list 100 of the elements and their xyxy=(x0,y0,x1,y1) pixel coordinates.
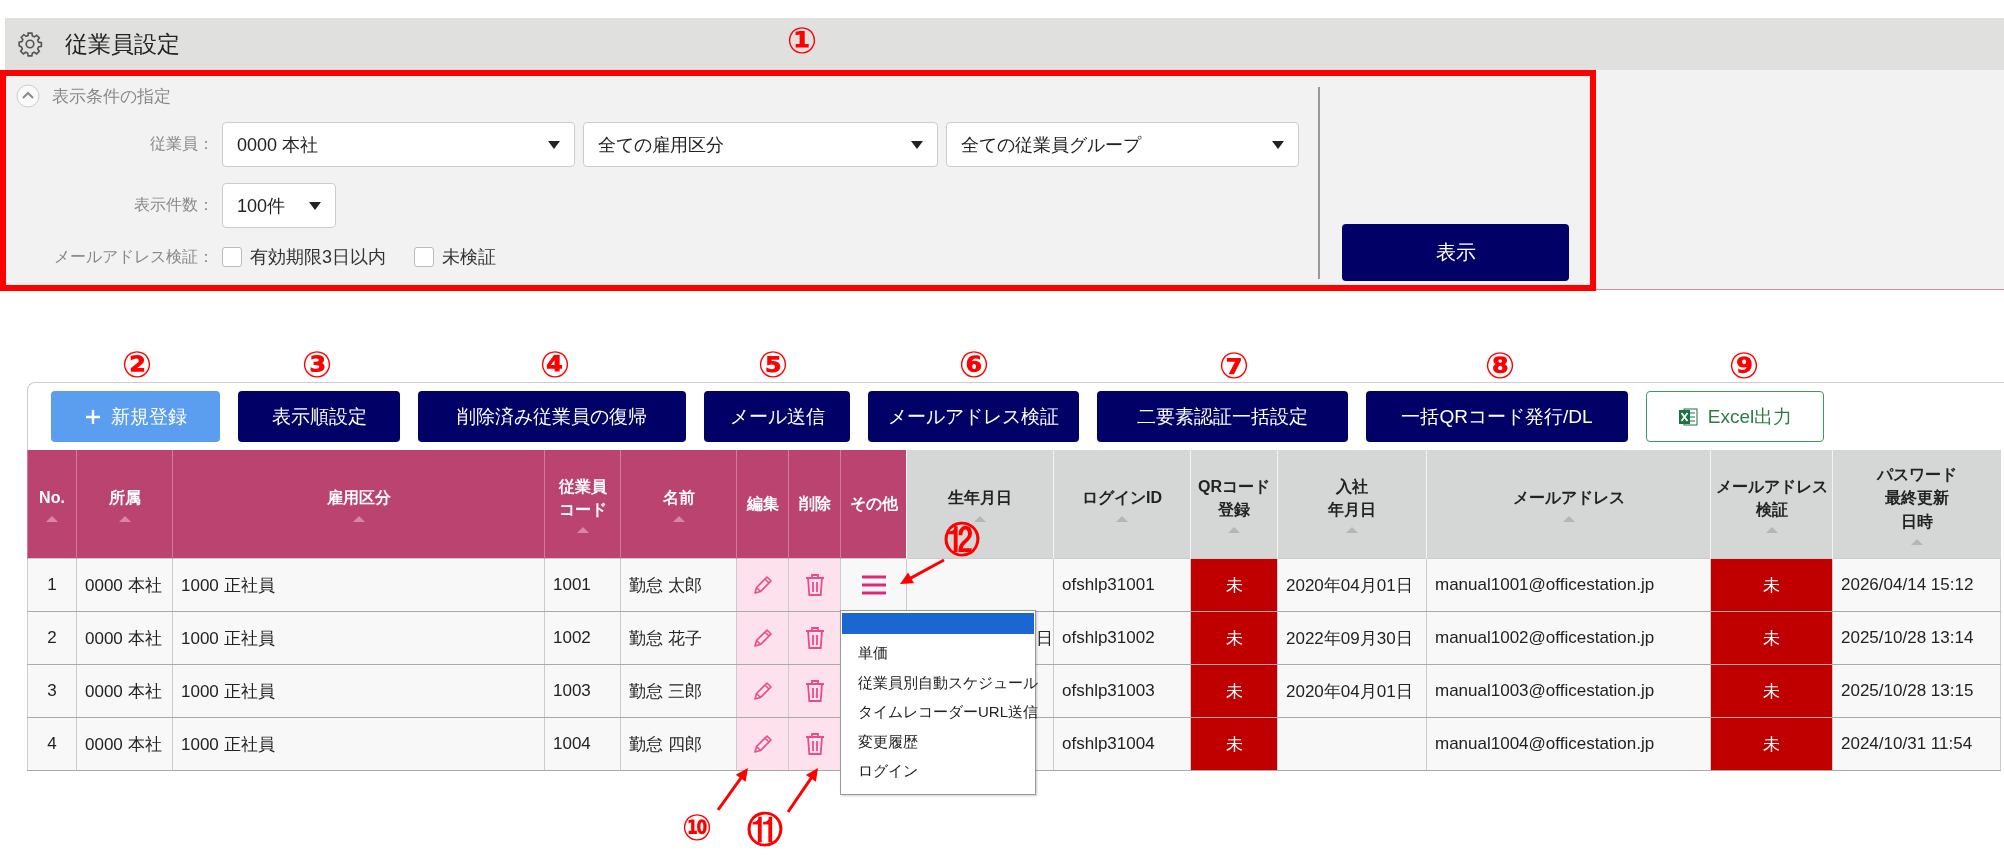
table-cell: 2020年04月01日 xyxy=(1286,681,1413,701)
table-cell: 2025/10/28 13:14 xyxy=(1841,628,1974,647)
column-header[interactable]: パスワード xyxy=(1876,463,1957,487)
toolbar-button[interactable]: メール送信 xyxy=(704,391,850,442)
table-cell: 2024/10/31 11:54 xyxy=(1841,734,1973,753)
toolbar-button[interactable]: Excel出力 xyxy=(1646,391,1824,442)
sort-icon[interactable] xyxy=(1116,515,1128,522)
status-cell: 未 xyxy=(1190,611,1278,665)
status-cell: 未 xyxy=(1710,717,1833,771)
table-cell: 1 xyxy=(47,575,57,594)
table-cell: 2 xyxy=(47,628,57,647)
column-header[interactable]: 入社 xyxy=(1336,474,1368,498)
checkbox-label: 未検証 xyxy=(442,246,496,269)
toolbar-button[interactable]: 削除済み従業員の復帰 xyxy=(418,391,686,442)
table-cell: 勤怠 太郎 xyxy=(629,575,702,595)
status-cell: 未 xyxy=(1190,664,1278,718)
annotation-number: ① xyxy=(786,23,818,59)
collapse-icon[interactable] xyxy=(16,84,40,108)
toolbar-button[interactable]: 表示順設定 xyxy=(238,391,400,442)
column-header[interactable]: 名前 xyxy=(662,486,695,510)
table-cell: 3 xyxy=(47,681,57,700)
column-header[interactable]: QRコード xyxy=(1198,474,1270,498)
table-cell: 0000 本社 xyxy=(85,575,162,595)
column-header[interactable]: 雇用区分 xyxy=(326,486,391,510)
table-cell: 1004 xyxy=(553,734,591,753)
sort-icon[interactable] xyxy=(46,515,58,522)
checkbox-label: 有効期限3日以内 xyxy=(250,246,386,269)
toolbar-button[interactable]: 二要素認証一括設定 xyxy=(1097,391,1348,442)
sort-icon[interactable] xyxy=(352,515,365,522)
column-header[interactable]: 編集 xyxy=(746,492,779,516)
annotation-number: ⑦ xyxy=(1218,348,1250,384)
menu-item[interactable]: 単価 xyxy=(841,638,1035,668)
table-cell: 1000 正社員 xyxy=(181,734,275,754)
table-cell: manual1002@officestation.jp xyxy=(1435,628,1655,647)
table-cell: ofshlp31004 xyxy=(1062,734,1155,753)
table-cell: 1000 正社員 xyxy=(181,575,275,595)
table-cell: ofshlp31003 xyxy=(1062,681,1155,700)
caret-icon xyxy=(309,201,321,210)
sort-icon[interactable] xyxy=(1765,527,1778,534)
menu-item[interactable]: ログイン xyxy=(841,756,1035,786)
select-field[interactable]: 全ての従業員グループ xyxy=(946,122,1299,167)
column-header[interactable]: メールアドレス xyxy=(1512,486,1625,510)
caret-icon xyxy=(1272,140,1284,149)
toolbar-button[interactable]: メールアドレス検証 xyxy=(868,391,1079,442)
select-field[interactable]: 全ての雇用区分 xyxy=(583,122,938,167)
column-header[interactable]: 生年月日 xyxy=(948,486,1012,510)
status-cell: 未 xyxy=(1710,558,1833,612)
show-button[interactable]: 表示 xyxy=(1342,224,1569,281)
column-header[interactable]: 日時 xyxy=(1900,509,1933,533)
column-header[interactable]: 登録 xyxy=(1218,498,1250,522)
table-cell: 2026/04/14 15:12 xyxy=(1841,575,1974,594)
column-header[interactable]: 所属 xyxy=(108,486,141,510)
column-header[interactable]: コード xyxy=(558,498,607,522)
column-header[interactable]: ログインID xyxy=(1082,486,1162,510)
sort-icon[interactable] xyxy=(1346,527,1358,534)
menu-icon[interactable] xyxy=(859,574,888,596)
column-header[interactable]: その他 xyxy=(849,492,898,516)
menu-highlight[interactable] xyxy=(842,613,1034,634)
table-cell: 0000 本社 xyxy=(85,734,162,754)
column-header[interactable]: 従業員 xyxy=(558,474,607,498)
page-title: 従業員設定 xyxy=(65,29,180,59)
sort-icon[interactable] xyxy=(1228,527,1240,534)
table-cell: 0000 本社 xyxy=(85,628,162,648)
menu-item[interactable]: 変更履歴 xyxy=(841,726,1035,756)
column-header[interactable]: 最終更新 xyxy=(1884,486,1949,510)
table-cell: 1000 正社員 xyxy=(181,628,275,648)
column-header[interactable]: 年月日 xyxy=(1328,498,1376,522)
toolbar-button[interactable]: 一括QRコード発行/DL xyxy=(1366,391,1628,442)
section-heading: 表示条件の指定 xyxy=(52,85,171,108)
status-cell: 未 xyxy=(1710,664,1833,718)
select-field[interactable]: 0000 本社 xyxy=(222,122,575,167)
sort-icon[interactable] xyxy=(1562,515,1575,522)
table-cell: manual1003@officestation.jp xyxy=(1435,681,1655,700)
sort-icon[interactable] xyxy=(576,527,589,534)
annotation-number: ⑩ xyxy=(681,810,713,846)
annotation-number: ④ xyxy=(539,347,571,383)
select-field[interactable]: 100件 xyxy=(222,183,336,228)
annotation-number: ⑨ xyxy=(1728,348,1760,384)
table-cell: 1001 xyxy=(553,575,591,594)
spreadsheet-icon xyxy=(1677,406,1698,427)
annotation-number: ⑧ xyxy=(1484,348,1516,384)
annotation-number: ⑪ xyxy=(747,812,783,848)
sort-icon[interactable] xyxy=(1910,538,1923,545)
plus-icon xyxy=(84,408,101,425)
annotation-number: ② xyxy=(121,347,153,383)
field-label: メールアドレス検証： xyxy=(53,246,214,267)
annotation-number: ⑤ xyxy=(757,347,789,383)
status-cell: 未 xyxy=(1190,717,1278,771)
sort-icon[interactable] xyxy=(118,515,131,522)
sort-icon[interactable] xyxy=(974,515,986,522)
column-header[interactable]: 検証 xyxy=(1755,498,1788,522)
sort-icon[interactable] xyxy=(672,515,685,522)
field-label: 表示件数： xyxy=(133,195,214,215)
column-header[interactable]: 削除 xyxy=(798,492,831,516)
column-header[interactable]: メールアドレス xyxy=(1715,474,1828,498)
checkbox[interactable] xyxy=(222,247,242,267)
caret-icon xyxy=(911,140,923,149)
column-header[interactable]: No. xyxy=(39,486,65,510)
checkbox[interactable] xyxy=(414,247,434,267)
table-cell: 1002 xyxy=(553,628,591,647)
